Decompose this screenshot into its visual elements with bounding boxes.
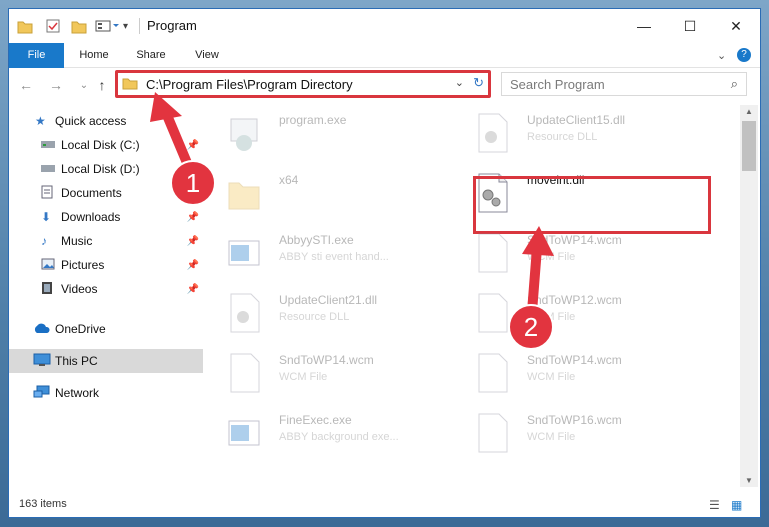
arrow-1-head [150, 92, 182, 122]
arrow-2-head [522, 226, 554, 256]
arrow-2-shaft [527, 243, 542, 317]
step-2-badge: 2 [508, 304, 554, 350]
step-1-badge: 1 [170, 160, 216, 206]
annotation-overlay [150, 92, 554, 317]
